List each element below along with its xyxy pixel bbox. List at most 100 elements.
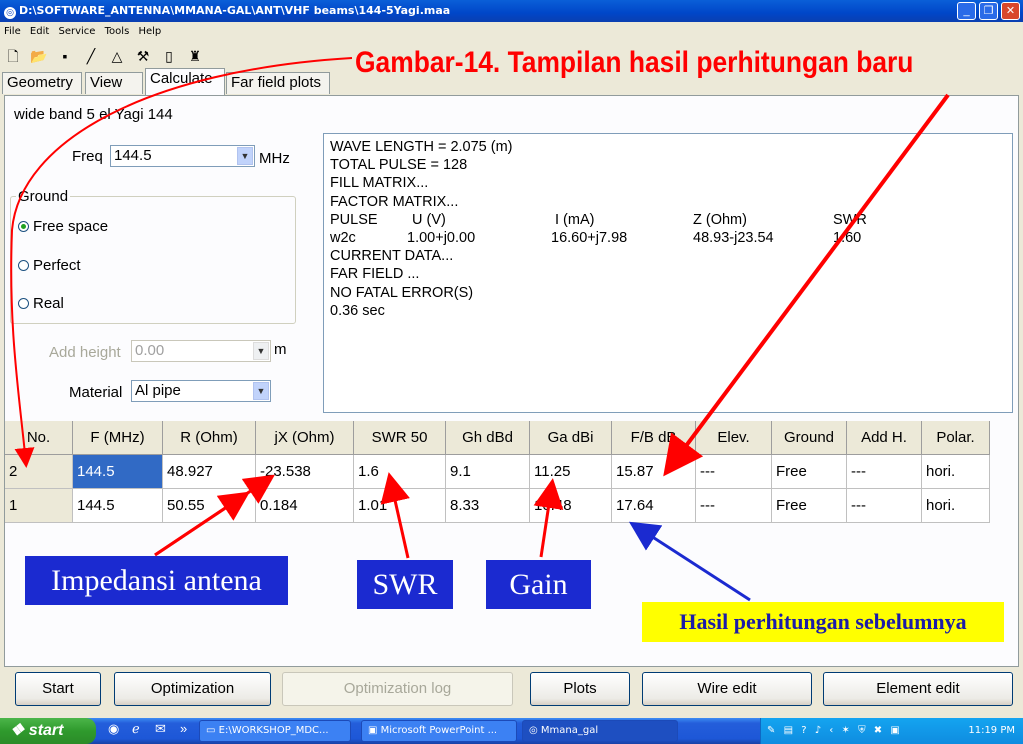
table-cell[interactable]: 144.5 [73,489,163,523]
table-cell[interactable]: -23.538 [256,455,354,489]
element-edit-button[interactable]: Element edit [823,672,1013,706]
column-header[interactable]: F (MHz) [73,421,163,455]
antenna-icon[interactable]: ♜ [182,44,208,68]
add-height-label: Add height [49,344,121,361]
menu-tools[interactable]: Tools [105,26,130,37]
tray-star-icon[interactable]: ✶ [841,725,849,736]
radio-real[interactable]: Real [18,295,64,312]
tray-app-icon[interactable]: ▣ [890,725,899,736]
radio-perfect[interactable]: Perfect [18,257,81,274]
tray-network-icon[interactable]: ▤ [784,725,793,736]
column-header[interactable]: Add H. [847,421,922,455]
tab-calculate[interactable]: Calculate [145,68,225,95]
material-combo[interactable]: Al pipe ▼ [131,380,271,402]
table-cell[interactable]: Free [772,455,847,489]
column-header[interactable]: Gh dBd [446,421,530,455]
output-log[interactable]: WAVE LENGTH = 2.075 (m) TOTAL PULSE = 12… [323,133,1013,413]
table-cell[interactable]: 1.6 [354,455,446,489]
optimization-button[interactable]: Optimization [114,672,271,706]
chevron-down-icon[interactable]: ▼ [253,382,269,400]
maximize-button[interactable]: ❐ [979,2,998,20]
mail-icon[interactable]: ✉ [155,721,166,737]
freq-combo[interactable]: 144.5 ▼ [110,145,255,167]
table-cell[interactable]: 8.33 [446,489,530,523]
table-cell[interactable]: 10.48 [530,489,612,523]
table-cell[interactable]: --- [847,455,922,489]
table-cell[interactable]: 0.184 [256,489,354,523]
browser-icon[interactable]: ◉ [108,721,119,737]
add-height-combo: 0.00 ▼ [131,340,271,362]
table-cell[interactable]: 15.87 [612,455,696,489]
freq-label: Freq [72,148,103,165]
pulse-header: PULSE U (V) I (mA) Z (Ohm) SWR [330,211,1006,229]
row-number[interactable]: 1 [5,489,73,523]
tab-geometry[interactable]: Geometry [2,72,82,94]
menu-service[interactable]: Service [58,26,95,37]
table-row[interactable]: 1 144.5 50.55 0.184 1.01 8.33 10.48 17.64 --- Fre… [5,489,990,523]
column-header[interactable]: No. [5,421,73,455]
tray-expand-icon[interactable]: ‹ [829,725,833,736]
tab-view[interactable]: View [85,72,143,94]
add-height-value: 0.00 [135,342,165,359]
tray-help-icon[interactable]: ? [801,725,806,736]
column-header[interactable]: Polar. [922,421,990,455]
tab-far-field-plots[interactable]: Far field plots [226,72,330,94]
line-tool-icon[interactable]: ╱ [78,44,104,68]
z-value: 48.93-j23.54 [693,229,774,246]
new-file-icon[interactable]: 🗋 [0,44,26,68]
start-menu-button[interactable]: ❖ start [0,718,96,744]
row-number[interactable]: 2 [5,455,73,489]
chevron-down-icon[interactable]: ▼ [237,147,253,165]
app-icon: ◎ [4,7,16,19]
table-cell[interactable]: 9.1 [446,455,530,489]
radio-free-space-label: Free space [33,218,109,235]
tray-volume-icon[interactable]: ♪ [815,725,821,736]
column-header[interactable]: jX (Ohm) [256,421,354,455]
task-mmana[interactable]: ◎ Mmana_gal [522,720,678,742]
table-cell[interactable]: --- [696,455,772,489]
wire-edit-button[interactable]: Wire edit [642,672,812,706]
mmana-icon: ◎ [529,725,541,736]
table-cell[interactable]: 11.25 [530,455,612,489]
column-header[interactable]: SWR 50 [354,421,446,455]
triangle-tool-icon[interactable]: △ [104,44,130,68]
task-powerpoint[interactable]: ▣ Microsoft PowerPoint ... [361,720,517,742]
column-header[interactable]: F/B dB [612,421,696,455]
table-cell[interactable]: 17.64 [612,489,696,523]
save-icon[interactable]: ▪ [52,44,78,68]
radio-free-space[interactable]: Free space [18,218,108,235]
table-cell[interactable]: 144.5 [73,455,163,489]
plots-button[interactable]: Plots [530,672,630,706]
table-cell[interactable]: 48.927 [163,455,256,489]
menu-file[interactable]: File [4,26,21,37]
column-header[interactable]: Elev. [696,421,772,455]
more-chevron-icon[interactable]: » [180,721,187,736]
table-cell[interactable]: Free [772,489,847,523]
tray-tool-icon[interactable]: ✎ [767,725,775,736]
open-folder-icon[interactable]: 📂 [26,44,52,68]
tray-shield-icon[interactable]: ⛨ [858,725,866,736]
radio-perfect-label: Perfect [33,257,81,274]
column-header[interactable]: R (Ohm) [163,421,256,455]
start-button[interactable]: Start [15,672,101,706]
notes-icon[interactable]: ▯ [156,44,182,68]
column-header[interactable]: Ground [772,421,847,455]
swr-col: SWR [833,211,867,228]
column-header[interactable]: Ga dBi [530,421,612,455]
tray-antivirus-icon[interactable]: ✖ [874,725,882,736]
menu-help[interactable]: Help [138,26,161,37]
close-button[interactable]: ✕ [1001,2,1020,20]
table-cell[interactable]: 50.55 [163,489,256,523]
table-cell[interactable]: --- [847,489,922,523]
table-row[interactable]: 2 144.5 48.927 -23.538 1.6 9.1 11.25 15.87 --- Fr… [5,455,990,489]
window-title-bar[interactable]: ◎ D:\SOFTWARE_ANTENNA\MMANA-GAL\ANT\VHF b… [0,0,1023,22]
hammer-tool-icon[interactable]: ⚒ [130,44,156,68]
minimize-button[interactable]: _ [957,2,976,20]
ie-icon[interactable]: ℯ [132,721,140,737]
menu-edit[interactable]: Edit [30,26,49,37]
table-cell[interactable]: hori. [922,489,990,523]
table-cell[interactable]: hori. [922,455,990,489]
table-cell[interactable]: --- [696,489,772,523]
table-cell[interactable]: 1.01 [354,489,446,523]
task-explorer[interactable]: ▭ E:\WORKSHOP_MDC... [199,720,351,742]
